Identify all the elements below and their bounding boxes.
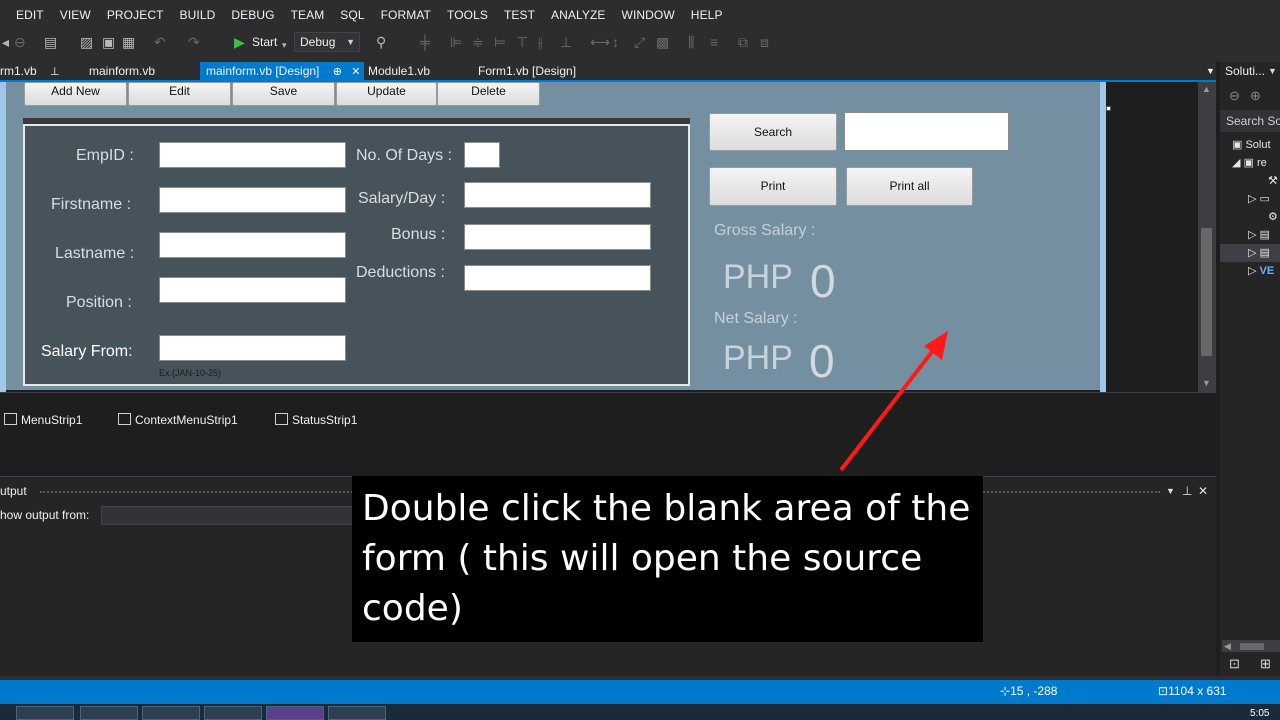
system-clock: 5:05 xyxy=(1250,708,1270,719)
annotation-arrow xyxy=(839,331,948,472)
visual-studio-window: EDIT VIEW PROJECT BUILD DEBUG TEAM SQL F… xyxy=(0,0,1280,720)
size-icon: ⊡ xyxy=(1158,684,1169,698)
opera-icon[interactable] xyxy=(204,706,262,720)
annotation-arrow-line xyxy=(839,342,940,472)
firefox-icon[interactable] xyxy=(80,706,138,720)
powerpoint-icon[interactable] xyxy=(328,706,386,720)
status-bar xyxy=(0,680,1280,704)
status-size: ⊡1104 x 631 xyxy=(1158,684,1227,698)
position-value: 15 , -288 xyxy=(1010,684,1058,698)
status-position: ⊹15 , -288 xyxy=(1000,684,1057,698)
file-explorer-icon[interactable] xyxy=(16,706,74,720)
chrome-icon[interactable] xyxy=(142,706,200,720)
size-value: 1104 x 631 xyxy=(1168,684,1227,698)
position-icon: ⊹ xyxy=(1000,684,1011,698)
visual-studio-icon[interactable] xyxy=(266,706,324,720)
